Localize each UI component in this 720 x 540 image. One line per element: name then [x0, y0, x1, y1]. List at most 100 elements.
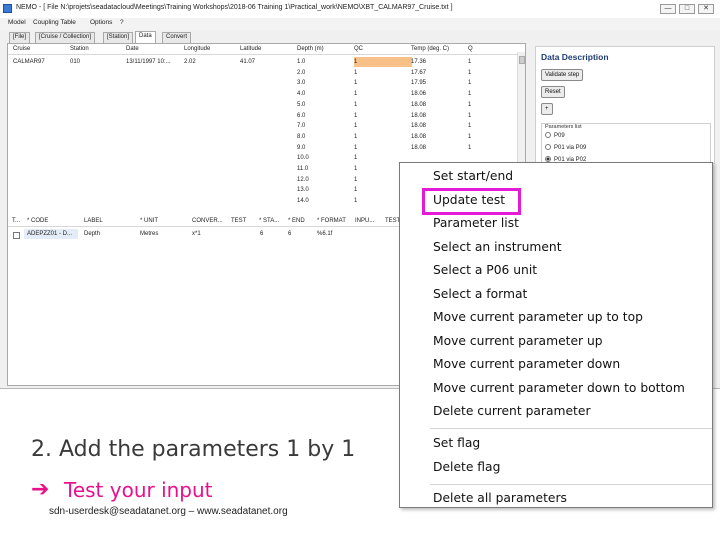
col-cruise[interactable]: Cruise [13, 46, 30, 52]
cell-longitude[interactable]: 2.02 [184, 59, 196, 65]
param-row-checkbox[interactable] [13, 232, 20, 239]
qc-cell[interactable]: 1 [354, 166, 357, 172]
depth-cell[interactable]: 14.0 [297, 198, 309, 204]
pcol-start[interactable]: * STA... [259, 218, 279, 224]
depth-cell[interactable]: 8.0 [297, 134, 305, 140]
col-date[interactable]: Date [126, 46, 139, 52]
depth-cell[interactable]: 2.0 [297, 70, 305, 76]
pcol-conversion[interactable]: CONVER... [192, 218, 223, 224]
depth-cell[interactable]: 1.0 [297, 59, 305, 65]
col-latitude[interactable]: Latitude [240, 46, 261, 52]
depth-cell[interactable]: 12.0 [297, 177, 309, 183]
menu-coupling-table[interactable]: Coupling Table [33, 19, 76, 26]
validate-step-button[interactable]: Validate step [541, 69, 584, 81]
qc-cell[interactable]: 1 [354, 155, 357, 161]
menu-item-set-flag[interactable]: Set flag [433, 436, 480, 450]
qc-cell[interactable]: 1 [354, 59, 357, 65]
depth-cell[interactable]: 4.0 [297, 91, 305, 97]
param-end[interactable]: 6 [288, 231, 291, 237]
menu-item-select-format[interactable]: Select a format [433, 287, 527, 301]
depth-cell[interactable]: 6.0 [297, 113, 305, 119]
temp-cell[interactable]: 18.08 [411, 102, 426, 108]
q-cell[interactable]: 1 [468, 134, 471, 140]
menu-item-move-down-to-bottom[interactable]: Move current parameter down to bottom [433, 381, 685, 395]
q-cell[interactable]: 1 [468, 102, 471, 108]
scrollbar-thumb[interactable] [519, 56, 525, 64]
radio-icon[interactable] [545, 144, 551, 150]
depth-cell[interactable]: 11.0 [297, 166, 308, 172]
tab-convert[interactable]: Convert [162, 32, 192, 43]
temp-cell[interactable]: 18.08 [411, 113, 426, 119]
temp-cell[interactable]: 18.06 [411, 91, 426, 97]
reset-button[interactable]: Reset [541, 86, 565, 98]
q-cell[interactable]: 1 [468, 145, 471, 151]
menu-item-move-down[interactable]: Move current parameter down [433, 357, 620, 371]
maximize-button[interactable]: □ [679, 4, 695, 14]
col-station[interactable]: Station [70, 46, 89, 52]
pcol-input[interactable]: INPU... [355, 218, 374, 224]
menu-item-select-instrument[interactable]: Select an instrument [433, 240, 562, 254]
pcol-type[interactable]: T... [12, 218, 20, 224]
temp-cell[interactable]: 17.67 [411, 70, 426, 76]
col-temp[interactable]: Temp (deg. C) [411, 46, 449, 52]
col-depth[interactable]: Depth (m) [297, 46, 324, 52]
depth-cell[interactable]: 3.0 [297, 80, 305, 86]
param-code[interactable]: ADEPZZ01 - D... [27, 231, 72, 237]
cell-date[interactable]: 13/11/1997 10:... [126, 59, 171, 65]
pcol-label[interactable]: LABEL [84, 218, 103, 224]
menu-options[interactable]: Options [90, 19, 112, 26]
depth-cell[interactable]: 7.0 [297, 123, 305, 129]
depth-cell[interactable]: 13.0 [297, 187, 309, 193]
temp-cell[interactable]: 18.08 [411, 134, 426, 140]
menu-item-set-start-end[interactable]: Set start/end [433, 169, 513, 183]
tab-file[interactable]: [File] [9, 32, 31, 43]
q-cell[interactable]: 1 [468, 80, 471, 86]
qc-cell[interactable]: 1 [354, 198, 357, 204]
cell-cruise[interactable]: CALMAR97 [13, 59, 45, 65]
tab-station[interactable]: [Station] [103, 32, 134, 43]
minimize-button[interactable]: — [660, 4, 676, 14]
menu-item-select-p06-unit[interactable]: Select a P06 unit [433, 263, 537, 277]
temp-cell[interactable]: 17.95 [411, 80, 426, 86]
menu-item-move-up[interactable]: Move current parameter up [433, 334, 603, 348]
radio-p01-via-p09[interactable]: P01 via P09 [545, 144, 586, 151]
pcol-test[interactable]: TEST [231, 218, 246, 224]
menu-item-move-up-to-top[interactable]: Move current parameter up to top [433, 310, 643, 324]
param-label[interactable]: Depth [84, 231, 100, 237]
q-cell[interactable]: 1 [468, 70, 471, 76]
param-unit[interactable]: Metres [140, 231, 158, 237]
menu-item-delete-flag[interactable]: Delete flag [433, 460, 500, 474]
q-cell[interactable]: 1 [468, 113, 471, 119]
col-longitude[interactable]: Longitude [184, 46, 210, 52]
menu-item-parameter-list[interactable]: Parameter list [433, 216, 519, 230]
q-cell[interactable]: 1 [468, 123, 471, 129]
depth-cell[interactable]: 9.0 [297, 145, 305, 151]
temp-cell[interactable]: 17.36 [411, 59, 426, 65]
q-cell[interactable]: 1 [468, 59, 471, 65]
radio-icon[interactable] [545, 132, 551, 138]
qc-cell[interactable]: 1 [354, 134, 357, 140]
menu-help[interactable]: ? [120, 19, 124, 26]
qc-cell[interactable]: 1 [354, 80, 357, 86]
param-conversion[interactable]: x*1 [192, 231, 201, 237]
qc-cell[interactable]: 1 [354, 102, 357, 108]
qc-cell[interactable]: 1 [354, 113, 357, 119]
qc-cell[interactable]: 1 [354, 145, 357, 151]
cell-latitude[interactable]: 41.07 [240, 59, 255, 65]
menu-item-delete-current-parameter[interactable]: Delete current parameter [433, 404, 591, 418]
pcol-unit[interactable]: * UNIT [140, 218, 158, 224]
radio-p09[interactable]: P09 [545, 132, 565, 139]
qc-cell[interactable]: 1 [354, 177, 357, 183]
close-button[interactable]: ✕ [698, 4, 714, 14]
depth-cell[interactable]: 5.0 [297, 102, 305, 108]
depth-cell[interactable]: 10.0 [297, 155, 309, 161]
pcol-code[interactable]: * CODE [27, 218, 48, 224]
tab-cruise-collection[interactable]: [Cruise / Collection] [35, 32, 96, 43]
qc-cell[interactable]: 1 [354, 70, 357, 76]
col-q[interactable]: Q [468, 46, 473, 52]
menu-item-delete-all-parameters[interactable]: Delete all parameters [433, 491, 567, 505]
qc-cell[interactable]: 1 [354, 91, 357, 97]
menu-model[interactable]: Model [8, 19, 26, 26]
pcol-end[interactable]: * END [288, 218, 305, 224]
tab-data[interactable]: Data [135, 31, 156, 43]
